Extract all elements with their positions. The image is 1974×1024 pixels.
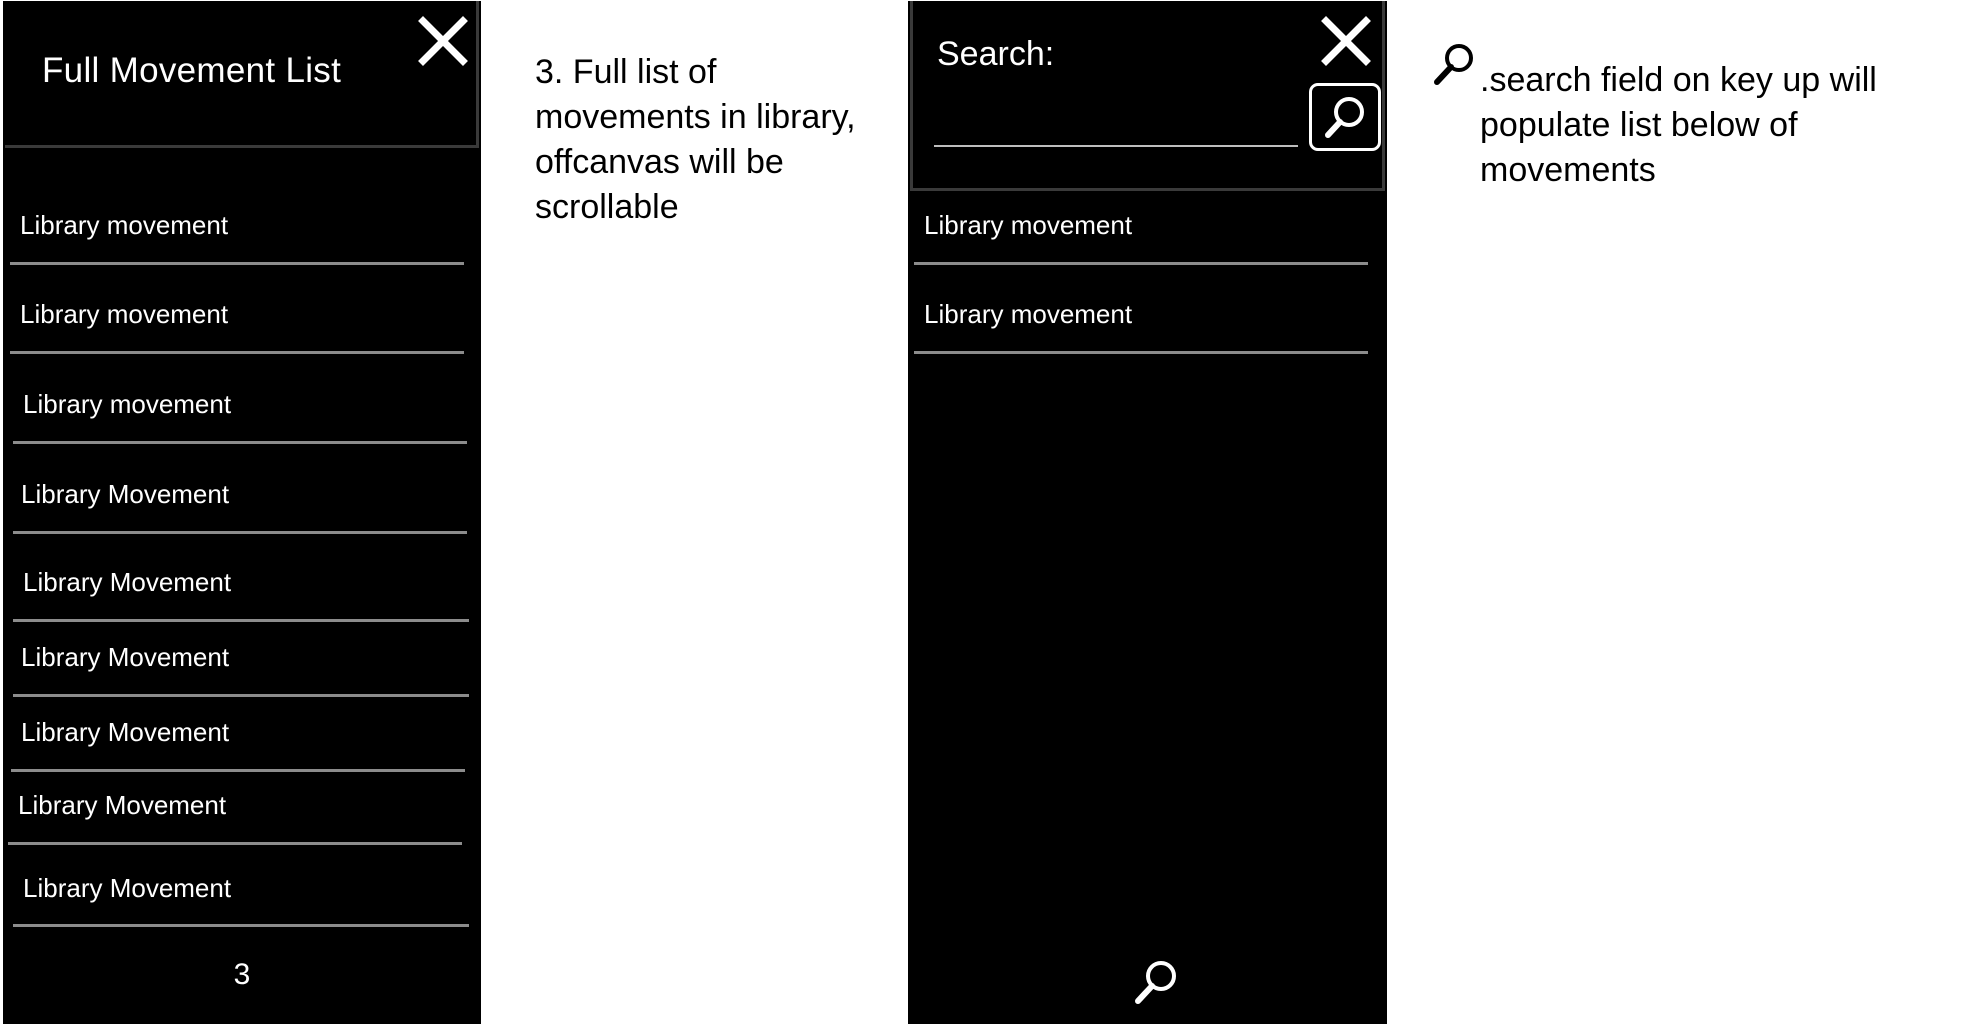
list-item-label: Library movement [23, 389, 232, 419]
divider [10, 351, 464, 354]
list-item[interactable]: Library Movement [3, 638, 481, 698]
list-item[interactable]: Library Movement [3, 786, 481, 846]
list-item-label: Library movement [20, 299, 229, 329]
search-icon [1135, 961, 1176, 1004]
list-item-label: Library Movement [23, 873, 232, 903]
search-icon [1325, 97, 1364, 138]
search-result-item[interactable]: Library movement [908, 206, 1387, 266]
bottom-search-button[interactable] [1130, 956, 1182, 1008]
close-icon [1321, 16, 1371, 66]
list-item-label: Library Movement [23, 567, 232, 597]
list-item[interactable]: Library Movement [3, 869, 481, 929]
list-item[interactable]: Library movement [3, 295, 481, 355]
list-item-label: Library movement [20, 210, 229, 240]
close-button[interactable] [1318, 13, 1374, 69]
list-item[interactable]: Library movement [3, 206, 481, 266]
list-item[interactable]: Library Movement [3, 475, 481, 535]
list-item-label: Library Movement [21, 479, 230, 509]
divider [13, 441, 467, 444]
list-item-label: Library Movement [21, 717, 230, 747]
divider [11, 769, 465, 772]
divider [13, 619, 469, 622]
search-result-label: Library movement [924, 210, 1133, 240]
divider [13, 924, 469, 927]
full-movement-list-panel: Full Movement List Library movement Libr… [3, 1, 481, 1024]
search-movement-panel: Search: Library movement Library movemen… [908, 1, 1387, 1024]
list-item-label: Library Movement [21, 642, 230, 672]
annotation-full-list: 3. Full list of movements in library, of… [535, 53, 856, 226]
panel-title: Full Movement List [42, 51, 342, 90]
close-button[interactable] [415, 13, 471, 69]
list-item[interactable]: Library movement [3, 385, 481, 445]
divider [13, 694, 469, 697]
search-icon [1430, 40, 1478, 88]
list-item[interactable]: Library Movement [3, 713, 481, 773]
search-header: Search: [910, 1, 1385, 191]
search-input[interactable] [934, 111, 1298, 147]
divider [8, 842, 462, 845]
search-label: Search: [937, 35, 1055, 73]
close-icon [418, 16, 468, 66]
panel-header: Full Movement List [5, 1, 479, 148]
list-item[interactable]: Library Movement [3, 563, 481, 623]
search-result-item[interactable]: Library movement [908, 295, 1387, 355]
search-result-label: Library movement [924, 299, 1133, 329]
divider [914, 351, 1368, 354]
page-number: 3 [233, 958, 251, 991]
search-button[interactable] [1309, 83, 1381, 151]
divider [13, 531, 467, 534]
list-item-label: Library Movement [18, 790, 227, 820]
divider [10, 262, 464, 265]
annotation-search: .search field on key up will populate li… [1480, 61, 1877, 189]
divider [914, 262, 1368, 265]
